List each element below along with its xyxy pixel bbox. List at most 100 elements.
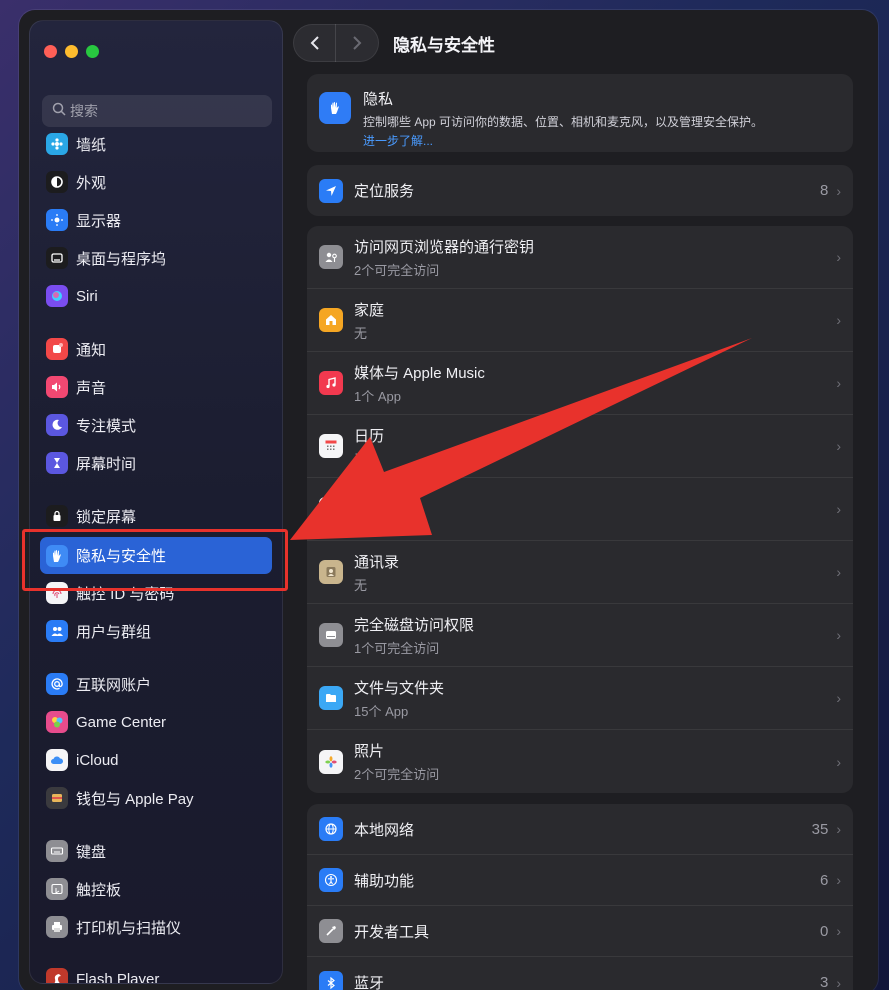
sidebar-item-printer[interactable]: 打印机与扫描仪: [40, 911, 272, 943]
permission-row-calendar[interactable]: 日历无 ›: [307, 415, 853, 478]
permissions-card: 访问网页浏览器的通行密钥 2个可完全访问 › 家庭无 › 媒体与 Apple Music 1…: [307, 226, 853, 793]
photos-icon: [319, 749, 343, 774]
annotation-highlight-box: [22, 529, 288, 591]
sidebar-item-flash[interactable]: Flash Player: [40, 963, 272, 984]
sidebar-item-cloud[interactable]: iCloud: [40, 744, 272, 776]
sidebar-item-game-center[interactable]: Game Center: [40, 706, 272, 738]
chevron-right-icon: ›: [836, 821, 841, 837]
passkey-icon: [319, 245, 343, 269]
sidebar-item-display[interactable]: 显示器: [40, 204, 272, 236]
permission-label: 本地网络: [354, 821, 415, 839]
chevron-right-icon: [353, 36, 362, 50]
zoom-window-button[interactable]: [86, 45, 99, 58]
chevron-right-icon: ›: [836, 249, 841, 265]
main-pane: 隐私与安全性 隐私 控制哪些 App 可访问你的数据、位置、相机和麦克风，以及管…: [291, 10, 878, 990]
permission-row-bluetooth[interactable]: 蓝牙 3 ›: [307, 957, 853, 990]
location-services-row[interactable]: 定位服务 8 ›: [307, 165, 853, 216]
chevron-right-icon: ›: [836, 690, 841, 706]
sidebar-item-users[interactable]: 用户与群组: [40, 615, 272, 647]
chevron-right-icon: ›: [836, 923, 841, 939]
hand-icon: [319, 92, 351, 124]
minimize-window-button[interactable]: [65, 45, 78, 58]
location-services-label: 定位服务: [354, 183, 415, 200]
back-button[interactable]: [294, 24, 337, 62]
display-icon: [46, 209, 68, 231]
permission-row-folder[interactable]: 文件与文件夹 15个 App ›: [307, 667, 853, 730]
sidebar-item-sound[interactable]: 声音: [40, 371, 272, 403]
search-field[interactable]: [42, 95, 272, 127]
chevron-right-icon: ›: [836, 974, 841, 990]
siri-icon: [46, 285, 68, 307]
cloud-icon: [46, 749, 68, 771]
privacy-info-card: 隐私 控制哪些 App 可访问你的数据、位置、相机和麦克风，以及管理安全保护。 …: [307, 74, 853, 152]
permission-row-accessibility[interactable]: 辅助功能 6 ›: [307, 855, 853, 906]
permission-label: 访问网页浏览器的通行密钥: [354, 238, 535, 256]
permission-row-passkey[interactable]: 访问网页浏览器的通行密钥 2个可完全访问 ›: [307, 226, 853, 289]
chevron-right-icon: ›: [836, 438, 841, 454]
sidebar-item-wallpaper[interactable]: 墙纸: [40, 128, 272, 160]
sidebar-item-appearance[interactable]: 外观: [40, 166, 272, 198]
permission-row-hammer[interactable]: 开发者工具 0 ›: [307, 906, 853, 957]
learn-more-link[interactable]: 进一步了解...: [363, 132, 763, 149]
sidebar-item-label: 锁定屏幕: [76, 508, 137, 526]
sidebar-item-label: 屏幕时间: [76, 455, 137, 473]
music-icon: [319, 371, 343, 395]
sidebar-item-notification[interactable]: 通知: [40, 333, 272, 365]
sidebar-item-focus[interactable]: 专注模式: [40, 409, 272, 441]
disk-icon: [319, 623, 343, 647]
permission-detail: 2个可完全访问: [354, 262, 440, 278]
permission-detail: 1个可完全访问: [354, 640, 440, 656]
settings-window: 墙纸外观显示器桌面与程序坞 Siri 通知声音专注模式屏幕时间锁定屏幕 隐私与安全性触…: [19, 10, 878, 990]
users-icon: [46, 620, 68, 642]
location-arrow-icon: [319, 178, 343, 203]
permission-detail: 2个可完全访问: [354, 767, 440, 782]
sidebar-item-at[interactable]: 互联网账户: [40, 668, 272, 700]
sidebar-item-label: 触控板: [76, 881, 122, 899]
sidebar-item-label: Flash Player: [76, 970, 160, 984]
permission-row-contacts[interactable]: 通讯录无 ›: [307, 541, 853, 604]
permission-label: 完全磁盘访问权限: [354, 616, 475, 634]
permission-detail: 无: [354, 325, 368, 341]
sidebar-item-label: Game Center: [76, 713, 167, 731]
sidebar-item-label: 桌面与程序坞: [76, 250, 167, 268]
screen-time-icon: [46, 452, 68, 474]
trackpad-icon: [46, 878, 68, 900]
sidebar-item-wallet[interactable]: 钱包与 Apple Pay: [40, 782, 272, 814]
permission-row-photos[interactable]: 照片 2个可完全访问 ›: [307, 730, 853, 793]
reminders-icon: [319, 497, 343, 521]
sidebar-item-label: 声音: [76, 379, 107, 397]
lock-icon: [46, 505, 68, 527]
permission-label: 日历: [354, 427, 385, 445]
sidebar-item-label: 打印机与扫描仪: [76, 919, 182, 937]
sidebar-item-siri[interactable]: Siri: [40, 280, 272, 312]
sidebar-item-lock[interactable]: 锁定屏幕: [40, 500, 272, 532]
sound-icon: [46, 376, 68, 398]
forward-button[interactable]: [336, 24, 378, 62]
chevron-right-icon: ›: [836, 627, 841, 643]
permission-count: 35: [811, 820, 829, 838]
permission-row-music[interactable]: 媒体与 Apple Music 1个 App ›: [307, 352, 853, 415]
network-icon: [319, 817, 343, 841]
chevron-right-icon: ›: [836, 564, 841, 580]
permission-label: 媒体与 Apple Music: [354, 364, 485, 382]
permission-row-network[interactable]: 本地网络 35 ›: [307, 804, 853, 855]
search-input[interactable]: [70, 103, 250, 119]
calendar-icon: [319, 434, 343, 458]
location-card: 定位服务 8 ›: [307, 165, 853, 216]
permission-row-home[interactable]: 家庭无 ›: [307, 289, 853, 352]
sidebar-item-trackpad[interactable]: 触控板: [40, 873, 272, 905]
sidebar-item-label: 墙纸: [76, 136, 107, 154]
sidebar-item-label: 外观: [76, 174, 107, 192]
sidebar-item-dock[interactable]: 桌面与程序坞: [40, 242, 272, 274]
permission-row-disk[interactable]: 完全磁盘访问权限 1个可完全访问 ›: [307, 604, 853, 667]
notification-icon: [46, 338, 68, 360]
permission-label: 辅助功能: [354, 872, 415, 890]
sidebar-item-screen-time[interactable]: 屏幕时间: [40, 447, 272, 479]
sidebar-item-keyboard[interactable]: 键盘: [40, 835, 272, 867]
permission-detail: 无: [354, 451, 368, 467]
navigation-buttons: [293, 24, 379, 62]
close-window-button[interactable]: [44, 45, 57, 58]
permission-row-reminders[interactable]: 提醒事项无 ›: [307, 478, 853, 541]
at-icon: [46, 673, 68, 695]
sidebar-item-label: 专注模式: [76, 417, 137, 435]
